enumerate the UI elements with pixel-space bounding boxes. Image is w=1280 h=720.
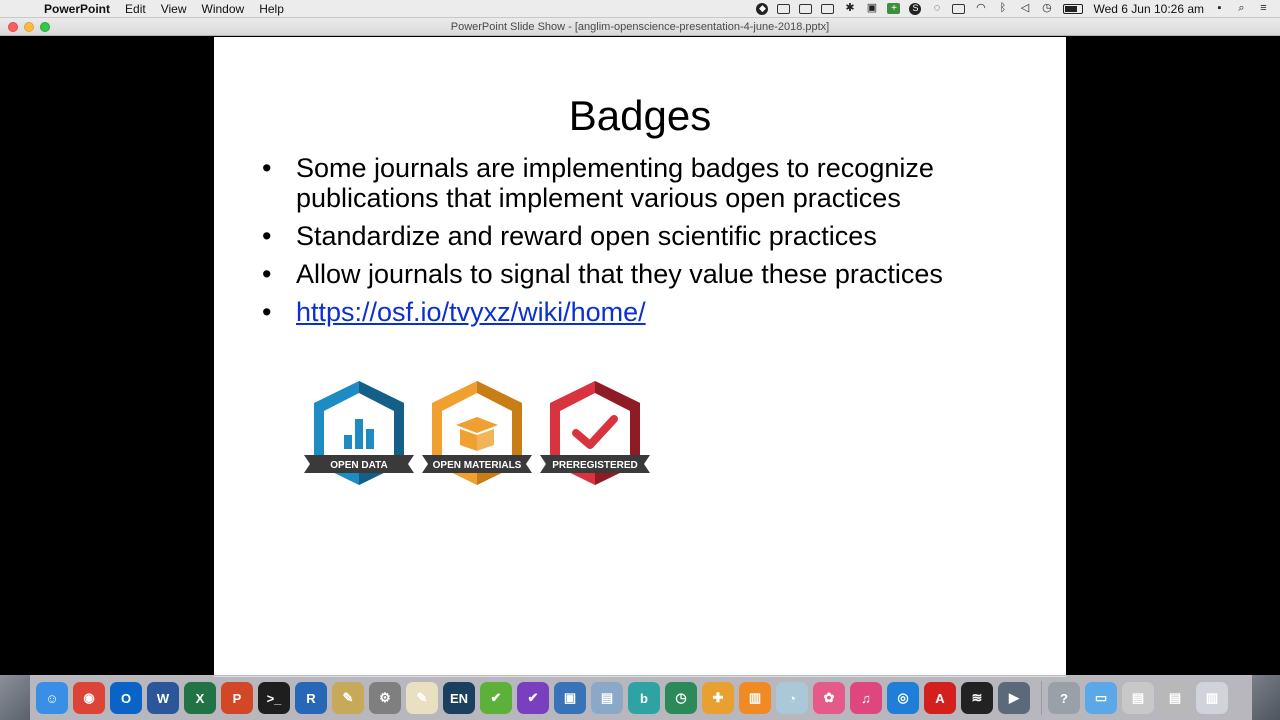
dock-app-editor-icon[interactable]: ✔ [480,682,512,714]
desktop-wallpaper [1252,675,1280,720]
sync-status-icon[interactable]: ◌ [930,3,943,14]
dock-app-app-store-icon[interactable]: ✚ [702,682,734,714]
bullet-text: Allow journals to signal that they value… [296,259,943,289]
bullet-text: Standardize and reward open scientific p… [296,221,877,251]
dock-app-preview-2-icon[interactable]: ◔ [776,682,808,714]
lock-status-icon[interactable]: ▣ [865,3,878,14]
bullet-marker: • [262,221,272,251]
dock-app-time-machine-icon[interactable]: ◷ [665,682,697,714]
window-titlebar: PowerPoint Slide Show - [anglim-openscie… [0,18,1280,36]
paw-status-icon[interactable]: ✱ [843,3,856,14]
dock-app-photos-icon[interactable]: ✿ [813,682,845,714]
dock-app-omnifocus-icon[interactable]: ✔ [517,682,549,714]
dock-app-itunes-icon[interactable]: ♫ [850,682,882,714]
video-status-icon[interactable] [799,3,813,14]
battery-icon[interactable] [1063,3,1084,14]
slide-title: Badges [568,92,712,139]
bullet-list: • Some journals are implementing badges t… [262,153,1042,335]
bullet-marker: • [262,259,272,289]
dock-app-acrobat-icon[interactable]: A [924,682,956,714]
spotlight-icon[interactable]: ⌕ [1235,3,1248,14]
menu-help[interactable]: Help [259,0,284,18]
dock-app-chrome-icon[interactable]: ◉ [73,682,105,714]
dock-app-screen-recorder-icon[interactable]: ▶ [998,682,1030,714]
bullet-marker: • [262,153,272,183]
dock-app-help-icon[interactable]: ? [1048,682,1080,714]
preregistered-badge: PREREGISTERED [540,379,650,487]
dock-app-documents-icon[interactable]: ▤ [1122,682,1154,714]
badge-label: OPEN DATA [330,460,387,471]
bullet-item: • https://osf.io/tvyxz/wiki/home/ [262,297,1042,327]
window-status-icon[interactable] [821,3,835,14]
menu-view[interactable]: View [161,0,187,18]
time-machine-status-icon[interactable]: ◷ [1040,3,1053,14]
dock-app-excel-icon[interactable]: X [184,682,216,714]
bullet-item: • Allow journals to signal that they valu… [262,259,1042,289]
plus-status-icon[interactable]: + [887,3,901,14]
dock-app-downloads-icon[interactable]: ▤ [1159,682,1191,714]
volume-icon[interactable]: ◁ [1018,3,1031,14]
bullet-item: • Some journals are implementing badges t… [262,153,1042,213]
dropbox-status-icon[interactable]: ◆ [756,2,769,15]
badge-label: OPEN MATERIALS [433,460,522,471]
dock-app-activity-monitor-icon[interactable]: ≋ [961,682,993,714]
dock-app-remote-desktop-icon[interactable]: ▣ [554,682,586,714]
dock-app-scrivener-icon[interactable]: ✎ [332,682,364,714]
dock-app-system-preferences-icon[interactable]: ⚙ [369,682,401,714]
open-materials-badge: OPEN MATERIALS [422,379,532,487]
dock-app-bbedit-icon[interactable]: b [628,682,660,714]
notification-center-icon[interactable]: ≡ [1257,3,1270,14]
osf-wiki-link[interactable]: https://osf.io/tvyxz/wiki/home/ [296,297,646,327]
badge-label: PREREGISTERED [552,460,638,471]
dock: ☺ ◉ O W X P >_ R ✎ ⚙ ✎ EN ✔ ✔ ▣ ▤ b ◷ ✚ ▥ ◔ ✿ ♫ ◎ A ≋ ▶? ▭ ▤ ▤ ▥ [30,675,1252,720]
dock-app-finder-icon[interactable]: ☺ [36,682,68,714]
dock-app-preview-icon[interactable]: ▤ [591,682,623,714]
menu-powerpoint[interactable]: PowerPoint [44,0,110,18]
dock-app-word-icon[interactable]: W [147,682,179,714]
skype-status-icon[interactable]: S [909,2,922,15]
menu-bar: PowerPoint Edit View Window Help ◆ ✱ ▣ +… [0,0,1280,18]
open-data-badge: OPEN DATA [304,379,414,487]
menubar-clock[interactable]: Wed 6 Jun 10:26 am [1093,2,1204,16]
dock-app-notes-icon[interactable]: ✎ [406,682,438,714]
desktop-wallpaper [0,675,30,720]
menu-edit[interactable]: Edit [125,0,146,18]
bullet-text: Some journals are implementing badges to… [296,153,934,213]
display-status-icon[interactable] [777,3,791,14]
dock-app-safari-icon[interactable]: ◎ [887,682,919,714]
airplay-status-icon[interactable] [952,3,966,14]
dock-app-folder-icon[interactable]: ▭ [1085,682,1117,714]
menu-window[interactable]: Window [202,0,245,18]
bluetooth-icon[interactable]: ᛒ [996,3,1009,14]
dock-app-r-icon[interactable]: R [295,682,327,714]
user-lock-icon[interactable]: ▪ [1213,3,1226,14]
dock-app-outlook-icon[interactable]: O [110,682,142,714]
dock-app-ibooks-icon[interactable]: ▥ [739,682,771,714]
status-area: ◆ ✱ ▣ + S ◌ ◠ ᛒ ◁ ◷ Wed 6 Jun 10:26 am ▪… [747,0,1280,18]
dock-app-terminal-icon[interactable]: >_ [258,682,290,714]
window-title: PowerPoint Slide Show - [anglim-openscie… [450,21,830,33]
dock-app-trash-icon[interactable]: ▥ [1196,682,1228,714]
bullet-item: • Standardize and reward open scientific … [262,221,1042,251]
wifi-icon[interactable]: ◠ [974,3,987,14]
open-science-badges: OPEN DATA OPEN MATERIALS PREREGISTERED [304,379,658,487]
slide: Badges • Some journals are implementing b… [214,37,1066,677]
dock-app-keyboard-en-icon[interactable]: EN [443,682,475,714]
bullet-marker: • [262,297,272,327]
dock-separator [1041,681,1042,715]
dock-app-powerpoint-icon[interactable]: P [221,682,253,714]
